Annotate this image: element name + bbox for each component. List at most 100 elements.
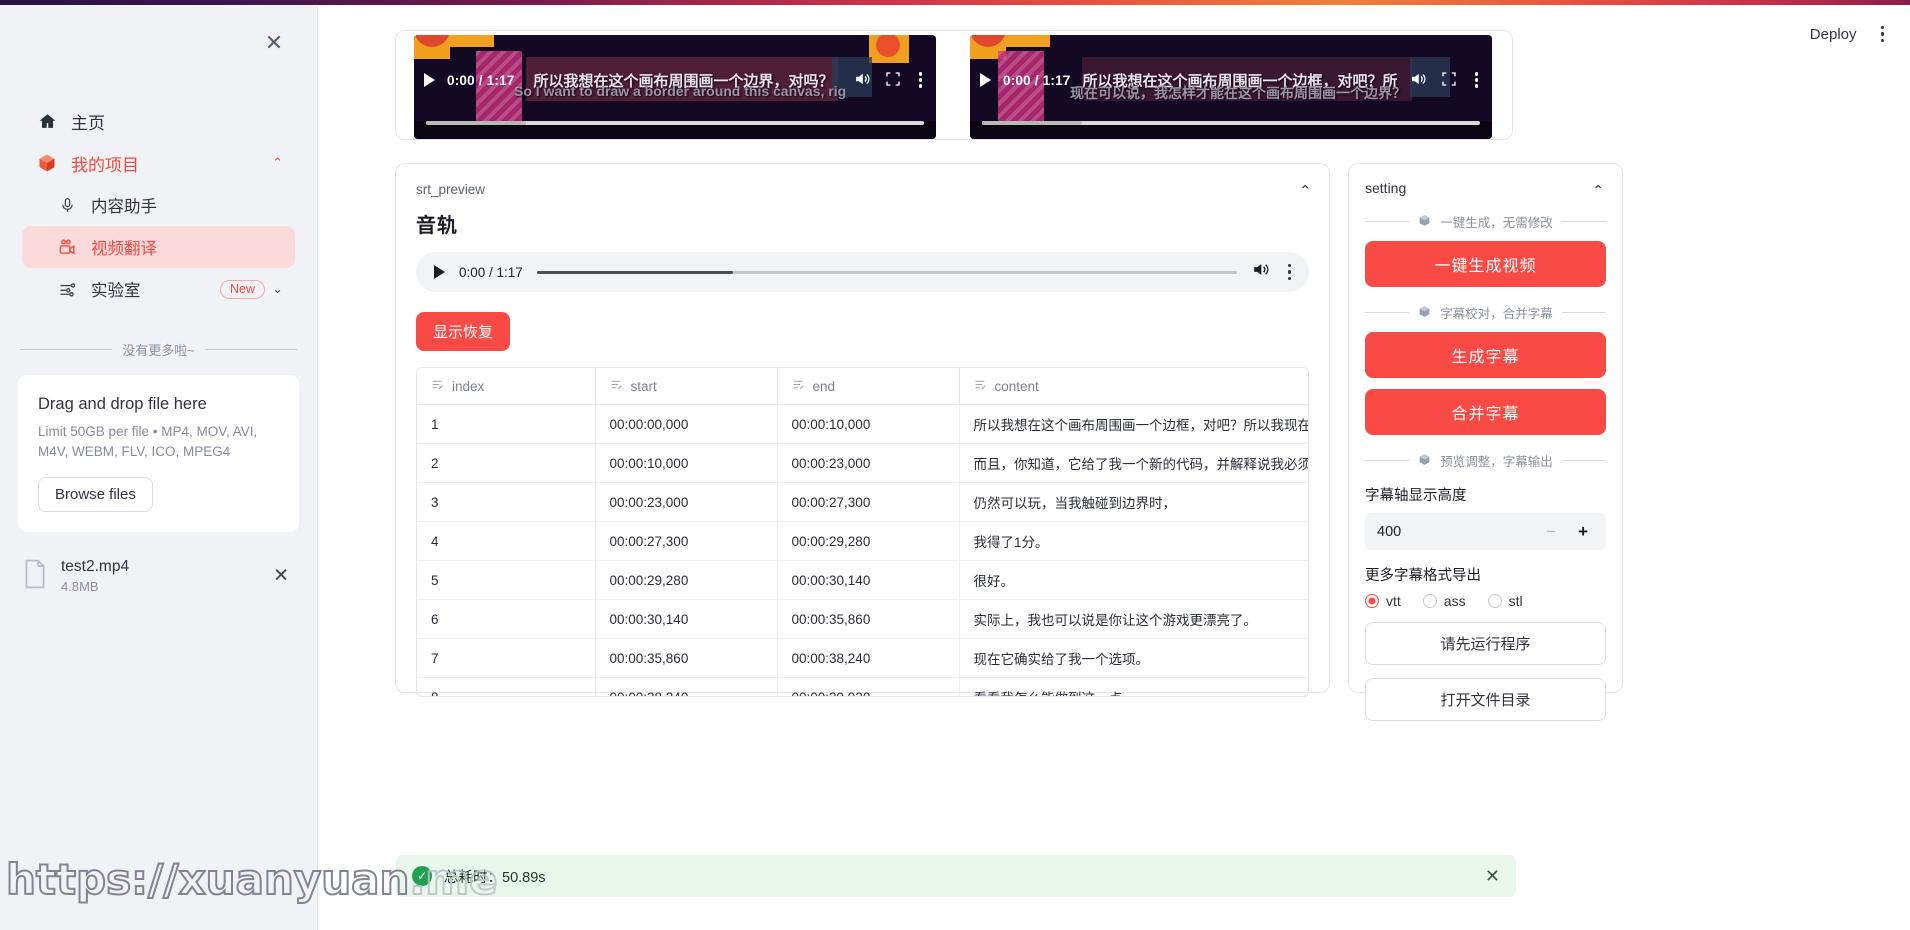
cell-index: 5	[417, 560, 596, 600]
audio-track-heading: 音轨	[416, 215, 458, 237]
sidebar-item-my-projects[interactable]: 我的项目 ⌃	[22, 142, 295, 184]
file-dropzone[interactable]: Drag and drop file here Limit 50GB per f…	[18, 375, 299, 533]
sidebar-item-content-assistant[interactable]: 内容助手	[22, 184, 295, 226]
sidebar-item-video-translation[interactable]: 视频翻译	[22, 226, 295, 268]
cell-start: 00:00:35,860	[595, 638, 778, 678]
kebab-menu-icon[interactable]	[1284, 260, 1296, 285]
sidebar-item-home[interactable]: 主页	[22, 100, 295, 142]
generate-subtitle-button[interactable]: 生成字幕	[1365, 332, 1606, 378]
radio-indicator[interactable]	[1365, 594, 1379, 608]
video-time: 0:00 / 1:17	[1003, 72, 1071, 88]
table-row[interactable]: 5 00:00:29,280 00:00:30,140 很好。	[417, 560, 1308, 600]
volume-icon[interactable]	[1251, 260, 1270, 284]
remove-file-button[interactable]: ✕	[273, 565, 289, 588]
box-icon	[36, 152, 58, 174]
chevron-down-icon[interactable]: ⌄	[272, 281, 283, 297]
run-program-button[interactable]: 请先运行程序	[1365, 622, 1606, 665]
file-size: 4.8MB	[61, 579, 99, 595]
video-progress-bar[interactable]	[426, 121, 924, 125]
table-head: index start end content	[417, 368, 1308, 405]
video-preview-card: 0:00 / 1:17 所以我想在这个画布周围画一个边界，对吗？ So I wa…	[395, 30, 1513, 140]
generate-video-button[interactable]: 一键生成视频	[1365, 241, 1606, 287]
table-row[interactable]: 1 00:00:00,000 00:00:10,000 所以我想在这个画布周围画…	[417, 404, 1308, 444]
cell-start: 00:00:00,000	[595, 404, 778, 444]
divider-label: 一键生成，无需修改	[1440, 216, 1553, 230]
chevron-up-icon[interactable]: ⌃	[1592, 182, 1604, 199]
divider-subtitle: 字幕校对，合并字幕	[1365, 303, 1607, 322]
kebab-menu-icon[interactable]	[1471, 68, 1483, 92]
divider-line-left	[20, 349, 113, 350]
open-directory-button[interactable]: 打开文件目录	[1365, 678, 1606, 721]
cell-end: 00:00:30,140	[777, 560, 960, 600]
stepper-plus-button[interactable]: +	[1572, 522, 1594, 542]
table-body: 1 00:00:00,000 00:00:10,000 所以我想在这个画布周围画…	[417, 404, 1308, 696]
fullscreen-icon[interactable]	[1441, 71, 1457, 90]
subtitle-table-container: index start end content 1 00:00:00,000 0…	[416, 367, 1309, 697]
cell-index: 7	[417, 638, 596, 678]
play-icon[interactable]	[434, 265, 445, 279]
cell-content: 所以我想在这个画布周围画一个边框，对吧？所以我现在可以说，我怎	[959, 404, 1308, 444]
video-progress-bar[interactable]	[982, 121, 1480, 125]
column-header-content[interactable]: content	[959, 368, 1308, 405]
box-icon	[1418, 305, 1431, 321]
radio-label: ass	[1443, 593, 1466, 609]
radio-indicator[interactable]	[1487, 594, 1502, 608]
chevron-up-icon[interactable]: ⌃	[272, 155, 283, 171]
cell-end: 00:00:35,860	[777, 599, 960, 639]
column-header-start[interactable]: start	[595, 368, 778, 405]
radio-option-ass[interactable]: ass	[1422, 593, 1466, 609]
subtitle-height-stepper[interactable]: 400 − +	[1365, 513, 1606, 550]
table-row[interactable]: 3 00:00:23,000 00:00:27,300 仍然可以玩，当我触碰到边…	[417, 482, 1308, 522]
audio-progress-bar[interactable]	[536, 270, 1237, 274]
video-subtitle-en: 现在可以说，我怎样才能在这个画布周围画一个边界？	[1070, 85, 1402, 101]
toast-close-button[interactable]: ✕	[1485, 866, 1500, 887]
table-row[interactable]: 4 00:00:27,300 00:00:29,280 我得了1分。	[417, 521, 1308, 561]
video-player-original[interactable]: 0:00 / 1:17 所以我想在这个画布周围画一个边界，对吗？ So I wa…	[414, 35, 936, 139]
cell-index: 8	[417, 677, 596, 696]
toast-message: 总耗时：50.89s	[444, 869, 546, 886]
volume-icon[interactable]	[1409, 70, 1427, 91]
subtitle-height-value[interactable]: 400	[1377, 524, 1530, 540]
cell-content: 而且，你知道，它给了我一个新的代码，并解释说我必须设置一个边框	[959, 443, 1308, 483]
show-restore-button[interactable]: 显示恢复	[416, 312, 511, 351]
uploaded-file-row: test2.mp4 4.8MB ✕	[18, 552, 299, 600]
cell-content: 很好。	[959, 560, 1308, 600]
radio-option-vtt[interactable]: vtt	[1365, 593, 1401, 609]
file-name: test2.mp4	[61, 558, 130, 576]
cell-content: 仍然可以玩，当我触碰到边界时，	[959, 482, 1308, 522]
column-header-end[interactable]: end	[777, 368, 960, 405]
column-header-index[interactable]: index	[417, 368, 596, 405]
video-player-translated[interactable]: 0:00 / 1:17 所以我想在这个画布周围画一个边框，对吧？所以我现 现在可…	[970, 35, 1492, 139]
stepper-minus-button[interactable]: −	[1540, 522, 1562, 542]
cell-start: 00:00:29,280	[595, 560, 778, 600]
table-row[interactable]: 6 00:00:30,140 00:00:35,860 实际上，我也可以说是你让…	[417, 599, 1308, 639]
radio-indicator[interactable]	[1422, 594, 1437, 608]
dropzone-subtitle: Limit 50GB per file • MP4, MOV, AVI, M4V…	[38, 424, 258, 459]
volume-icon[interactable]	[853, 70, 871, 91]
divider-label: 字幕校对，合并字幕	[1440, 307, 1553, 321]
play-icon[interactable]	[980, 73, 991, 87]
video-control-icons	[853, 68, 927, 92]
kebab-menu-icon[interactable]	[915, 68, 927, 92]
sidebar-item-lab[interactable]: 实验室 New ⌄	[22, 268, 295, 310]
table-row[interactable]: 7 00:00:35,860 00:00:38,240 现在它确实给了我一个选项…	[417, 638, 1308, 678]
chevron-up-icon[interactable]: ⌃	[1299, 182, 1311, 199]
srt-preview-panel: srt_preview ⌃ 音轨 0:00 / 1:17 显示恢复 index …	[395, 163, 1330, 697]
play-icon[interactable]	[424, 73, 435, 87]
column-header-label: content	[994, 378, 1039, 394]
table-row[interactable]: 2 00:00:10,000 00:00:23,000 而且，你知道，它给了我一…	[417, 443, 1308, 483]
cell-start: 00:00:27,300	[595, 521, 778, 561]
audio-player[interactable]: 0:00 / 1:17	[416, 252, 1309, 292]
sidebar-close-button[interactable]: ✕	[261, 31, 287, 57]
merge-subtitle-button[interactable]: 合并字幕	[1365, 389, 1606, 435]
fullscreen-icon[interactable]	[885, 71, 901, 90]
box-icon	[1418, 453, 1431, 469]
column-header-label: end	[812, 378, 836, 394]
cell-content: 实际上，我也可以说是你让这个游戏更漂亮了。	[959, 599, 1308, 639]
browse-files-button[interactable]: Browse files	[38, 477, 153, 513]
divider-generate: 一键生成，无需修改	[1365, 212, 1607, 231]
microphone-icon	[56, 194, 78, 216]
radio-option-stl[interactable]: stl	[1487, 593, 1523, 609]
table-row[interactable]: 8 00:00:38,240 00:00:39,920 看看我怎么能做到这一点。	[417, 677, 1308, 696]
subtitle-height-label: 字幕轴显示高度	[1365, 488, 1467, 504]
